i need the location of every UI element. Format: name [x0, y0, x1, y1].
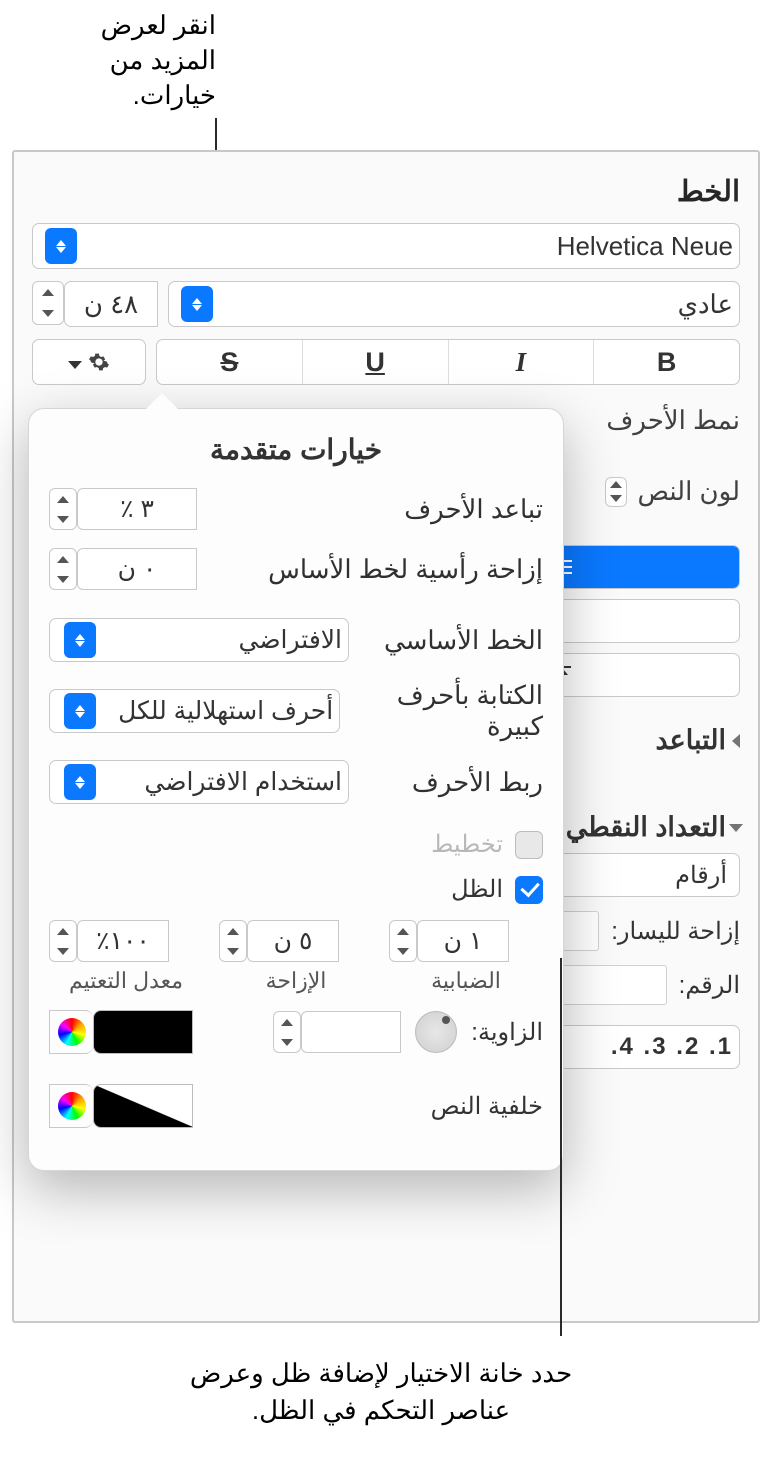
- font-size-field[interactable]: ٤٨ ن: [64, 281, 158, 327]
- angle-field[interactable]: [301, 1011, 401, 1053]
- advanced-options-popover: خيارات متقدمة تباعد الأحرف ٣ ٪ إزاحة رأس…: [28, 408, 564, 1171]
- caps-select[interactable]: أحرف استهلالية للكل: [49, 689, 340, 733]
- font-style-value: عادي: [678, 289, 733, 320]
- callout-line: [560, 958, 562, 1336]
- underline-button[interactable]: U: [302, 340, 448, 384]
- strikethrough-button[interactable]: S: [157, 340, 302, 384]
- callout-top: انقر لعرض المزيد من خيارات.: [86, 8, 216, 113]
- color-picker-icon[interactable]: [49, 1084, 93, 1128]
- callout-bottom-line2: عناصر التحكم في الظل.: [150, 1392, 612, 1428]
- blur-label: الضبابية: [431, 968, 501, 994]
- bullets-label: التعداد النقطي: [566, 812, 726, 843]
- italic-button[interactable]: I: [448, 340, 594, 384]
- caps-label: الكتابة بأحرف كبيرة: [340, 680, 543, 742]
- offset-stepper[interactable]: [219, 920, 247, 962]
- char-spacing-label: تباعد الأحرف: [404, 494, 543, 525]
- gear-icon: [88, 351, 110, 373]
- angle-label: الزاوية:: [471, 1018, 543, 1047]
- blur-stepper[interactable]: [389, 920, 417, 962]
- shadow-label: الظل: [451, 875, 503, 904]
- opacity-label: معدل التعتيم: [69, 968, 183, 994]
- baseline-shift-stepper[interactable]: [49, 548, 77, 590]
- offset-label: الإزاحة: [266, 968, 327, 994]
- baseline-opt-label: الخط الأساسي: [384, 625, 543, 656]
- opacity-field[interactable]: ١٠٠٪: [77, 920, 169, 962]
- baseline-shift-label: إزاحة رأسية لخط الأساس: [268, 554, 543, 585]
- shadow-color-swatch[interactable]: [93, 1010, 193, 1054]
- textbg-color-well[interactable]: [49, 1084, 193, 1128]
- blur-field[interactable]: ١ ن: [417, 920, 509, 962]
- opacity-stepper[interactable]: [49, 920, 77, 962]
- font-style-select[interactable]: عادي: [168, 281, 740, 327]
- callout-bottom: حدد خانة الاختيار لإضافة ظل وعرض عناصر ا…: [150, 1355, 612, 1428]
- number-label: الرقم:: [679, 971, 740, 1000]
- dropdown-icon: [64, 693, 96, 729]
- list-sequence-value: 1. 2. 3. 4.: [611, 1033, 733, 1061]
- baseline-opt-value: الافتراضي: [238, 625, 342, 655]
- advanced-options-button[interactable]: [32, 339, 146, 385]
- spacing-label: التباعد: [655, 725, 726, 756]
- shadow-checkbox[interactable]: [515, 876, 543, 904]
- font-family-value: Helvetica Neue: [557, 231, 733, 262]
- caps-value: أحرف استهلالية للكل: [118, 696, 333, 726]
- baseline-shift-field[interactable]: ٠ ن: [77, 548, 197, 590]
- section-font-title: الخط: [32, 174, 740, 209]
- angle-stepper[interactable]: [273, 1011, 301, 1053]
- ligature-value: استخدام الافتراضي: [144, 767, 342, 797]
- dropdown-icon: [64, 622, 96, 658]
- indent-left-label: إزاحة لليسار:: [611, 917, 740, 946]
- char-spacing-field[interactable]: ٣ ٪: [77, 488, 197, 530]
- outline-label: تخطيط: [431, 830, 503, 859]
- number-field[interactable]: [557, 965, 667, 1005]
- dropdown-icon: [64, 764, 96, 800]
- dropdown-icon: [181, 286, 213, 322]
- bullets-type-value: أرقام: [675, 861, 727, 890]
- char-spacing-stepper[interactable]: [49, 488, 77, 530]
- chevron-icon: [732, 734, 740, 748]
- font-size-stepper[interactable]: [32, 281, 64, 325]
- dropdown-icon: [45, 228, 77, 264]
- chevron-down-icon: [68, 348, 82, 376]
- chevron-icon: [729, 824, 743, 832]
- popover-title: خيارات متقدمة: [49, 433, 543, 466]
- textbg-color-swatch[interactable]: [93, 1084, 193, 1128]
- offset-field[interactable]: ٥ ن: [247, 920, 339, 962]
- textbg-label: خلفية النص: [431, 1092, 543, 1121]
- color-picker-icon[interactable]: [49, 1010, 93, 1054]
- ligature-label: ربط الأحرف: [412, 767, 543, 798]
- text-style-group: B I U S: [156, 339, 740, 385]
- ligature-select[interactable]: استخدام الافتراضي: [49, 760, 349, 804]
- angle-dial[interactable]: [415, 1011, 457, 1053]
- callout-bottom-line1: حدد خانة الاختيار لإضافة ظل وعرض: [150, 1355, 612, 1391]
- stepper-icon[interactable]: [605, 477, 627, 507]
- shadow-color-well[interactable]: [49, 1010, 193, 1054]
- baseline-opt-select[interactable]: الافتراضي: [49, 618, 349, 662]
- outline-checkbox[interactable]: [515, 831, 543, 859]
- font-family-select[interactable]: Helvetica Neue: [32, 223, 740, 269]
- text-color-label: لون النص: [637, 476, 740, 507]
- bold-button[interactable]: B: [593, 340, 739, 384]
